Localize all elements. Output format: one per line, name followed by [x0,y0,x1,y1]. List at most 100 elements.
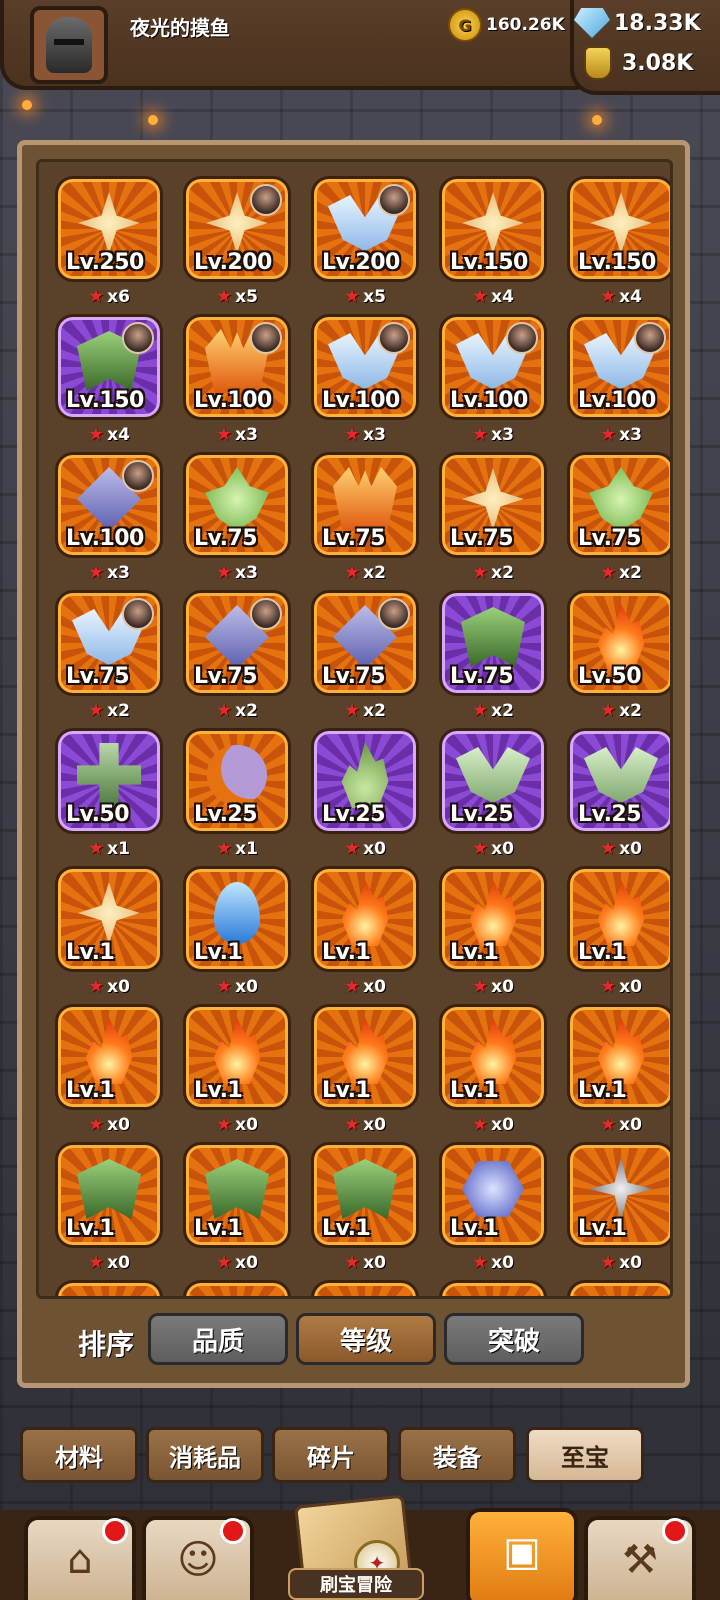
item-tile: Lv.1 [439,1004,547,1110]
item-count: x2 [363,700,386,721]
treasure-item[interactable]: Lv.50 ★ x1 [55,728,163,859]
item-emblem [205,1295,269,1296]
potion-counter[interactable]: 3.08K [584,46,693,80]
sort-breakthrough-button[interactable]: 突破 [444,1313,584,1365]
treasure-item[interactable]: Lv.1 ★ x0 [55,1142,163,1273]
nav-adventure-button[interactable]: ✦ 刷宝冒险 [258,1494,452,1600]
treasure-item[interactable]: Lv.200 ★ x5 [183,176,291,307]
sort-quality-button[interactable]: 品质 [148,1313,288,1365]
treasure-item[interactable]: Lv.1 ★ x0 [439,1004,547,1135]
treasure-item[interactable]: Lv.100 ★ x3 [567,314,670,445]
treasure-item[interactable]: Lv.1 ★ x0 [183,866,291,997]
coin-counter[interactable]: G 160.26K [448,8,565,42]
treasure-item[interactable]: Lv.1 ★ x0 [311,1004,419,1135]
treasure-item[interactable] [183,1280,291,1296]
treasure-item[interactable] [311,1280,419,1296]
treasure-item[interactable]: Lv.150 ★ x4 [55,314,163,445]
treasure-item[interactable]: Lv.150 ★ x4 [439,176,547,307]
shop-icon: ⌂ [67,1537,93,1583]
item-star-count: ★ x3 [567,424,670,445]
mask-treasure-icon [77,1159,141,1219]
treasure-item[interactable]: Lv.25 ★ x0 [311,728,419,859]
item-count: x2 [619,700,642,721]
red-star-icon: ★ [600,562,617,583]
sort-level-button[interactable]: 等级 [296,1313,436,1365]
treasure-grid[interactable]: Lv.250 ★ x6 Lv.200 ★ x5 Lv.200 ★ x5 Lv.150 ★ x4 Lv.1… [36,159,673,1299]
treasure-item[interactable]: Lv.25 ★ x0 [439,728,547,859]
item-tile: Lv.1 [55,1142,163,1248]
hero-portrait-icon [122,322,154,354]
red-star-icon: ★ [600,1114,617,1135]
treasure-item[interactable]: Lv.150 ★ x4 [567,176,670,307]
item-level: Lv.75 [322,526,386,551]
treasure-item[interactable]: Lv.1 ★ x0 [55,1004,163,1135]
item-tile: Lv.150 [567,176,670,282]
treasure-item[interactable]: Lv.75 ★ x2 [55,590,163,721]
treasure-item[interactable]: Lv.1 ★ x0 [439,866,547,997]
treasure-item[interactable]: Lv.75 ★ x2 [567,452,670,583]
nav-forge-button[interactable]: ⚒ [584,1516,696,1600]
treasure-item[interactable]: Lv.200 ★ x5 [311,176,419,307]
item-emblem [207,745,267,805]
item-tile: Lv.75 [183,452,291,558]
tab-treasures[interactable]: 至宝 [526,1427,644,1483]
treasure-item[interactable]: Lv.1 ★ x0 [183,1004,291,1135]
treasure-item[interactable]: Lv.1 ★ x0 [567,1142,670,1273]
item-star-count: ★ x0 [311,838,419,859]
item-count: x0 [363,1114,386,1135]
treasure-item[interactable]: Lv.25 ★ x1 [183,728,291,859]
tab-materials[interactable]: 材料 [20,1427,138,1483]
treasure-item[interactable] [567,1280,670,1296]
nav-shop-button[interactable]: ⌂ [24,1516,136,1600]
treasure-item[interactable]: Lv.250 ★ x6 [55,176,163,307]
item-count: x5 [235,286,258,307]
item-level: Lv.100 [66,526,144,551]
item-star-count: ★ x3 [311,424,419,445]
item-star-count: ★ x2 [567,700,670,721]
tab-consumables[interactable]: 消耗品 [146,1427,264,1483]
treasure-item[interactable]: Lv.1 ★ x0 [311,1142,419,1273]
treasure-item[interactable] [439,1280,547,1296]
item-star-count: ★ x3 [439,424,547,445]
player-avatar[interactable] [30,6,108,84]
red-star-icon: ★ [344,1114,361,1135]
treasure-item[interactable]: Lv.75 ★ x2 [439,590,547,721]
treasure-item[interactable]: Lv.75 ★ x2 [311,452,419,583]
treasure-item[interactable]: Lv.1 ★ x0 [567,1004,670,1135]
item-tile: Lv.25 [439,728,547,834]
nav-hero-button[interactable]: ☺ [142,1516,254,1600]
nav-bag-button[interactable]: ▣ [466,1508,578,1600]
item-level: Lv.200 [322,250,400,275]
treasure-item[interactable]: Lv.100 ★ x3 [55,452,163,583]
item-tile: Lv.1 [183,866,291,972]
treasure-item[interactable]: Lv.1 ★ x0 [183,1142,291,1273]
item-count: x0 [491,838,514,859]
treasure-item[interactable]: Lv.25 ★ x0 [567,728,670,859]
flame-treasure-icon [85,1018,133,1084]
gem-counter[interactable]: 18.33K [574,8,701,38]
treasure-item[interactable]: Lv.1 ★ x0 [55,866,163,997]
item-level: Lv.1 [578,1216,627,1241]
treasure-item[interactable]: Lv.100 ★ x3 [183,314,291,445]
moon-treasure-icon [207,745,267,805]
treasure-item[interactable]: Lv.75 ★ x2 [183,590,291,721]
hero-portrait-icon [250,598,282,630]
item-tile: Lv.75 [439,452,547,558]
treasure-item[interactable]: Lv.1 ★ x0 [439,1142,547,1273]
mask-treasure-icon [333,1159,397,1219]
tab-label: 装备 [433,1443,481,1472]
item-level: Lv.1 [322,1078,371,1103]
item-count: x0 [619,1252,642,1273]
treasure-item[interactable]: Lv.50 ★ x2 [567,590,670,721]
item-level: Lv.75 [578,526,642,551]
tab-fragments[interactable]: 碎片 [272,1427,390,1483]
treasure-item[interactable]: Lv.100 ★ x3 [311,314,419,445]
tab-equipment[interactable]: 装备 [398,1427,516,1483]
treasure-item[interactable]: Lv.75 ★ x2 [439,452,547,583]
treasure-item[interactable]: Lv.75 ★ x2 [311,590,419,721]
treasure-item[interactable]: Lv.75 ★ x3 [183,452,291,583]
treasure-item[interactable]: Lv.1 ★ x0 [311,866,419,997]
treasure-item[interactable]: Lv.1 ★ x0 [567,866,670,997]
treasure-item[interactable] [55,1280,163,1296]
treasure-item[interactable]: Lv.100 ★ x3 [439,314,547,445]
